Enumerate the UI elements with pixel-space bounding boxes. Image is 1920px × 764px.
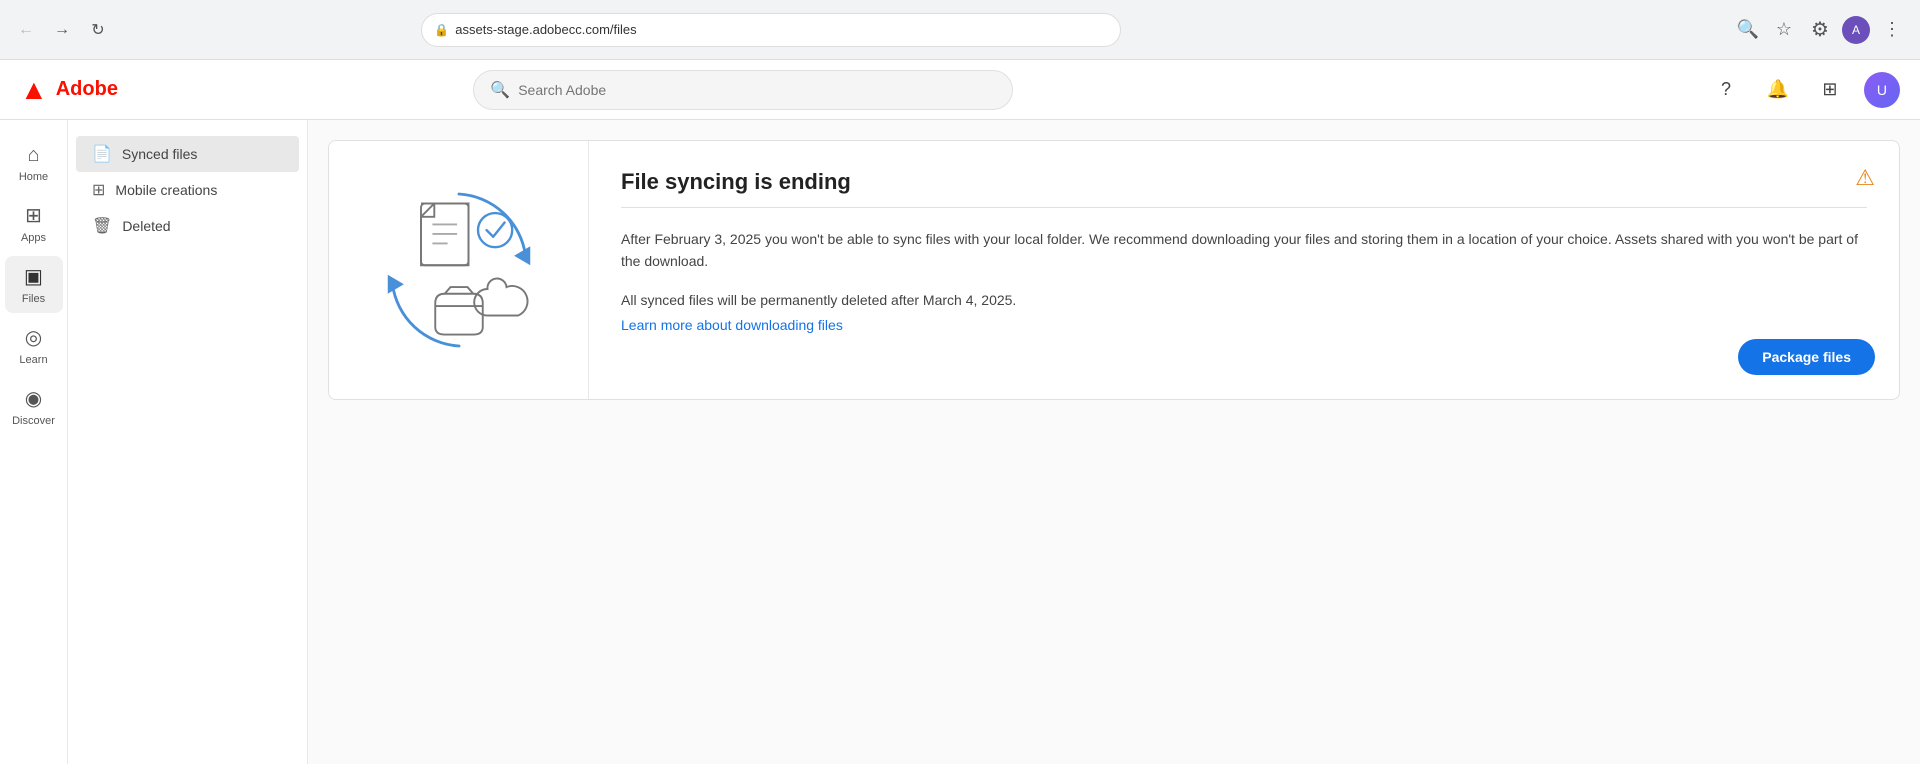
back-button[interactable]: ← — [12, 16, 40, 44]
sidebar-item-files[interactable]: ▣ Files — [5, 256, 63, 313]
files-icon: ▣ — [24, 264, 43, 289]
sidebar-item-discover[interactable]: ◉ Discover — [5, 378, 63, 435]
zoom-button[interactable]: 🔍 — [1732, 14, 1764, 46]
sidebar-item-home-label: Home — [19, 171, 48, 183]
browser-chrome: ← → ↻ 🔒 🔍 ☆ ⚙ A ⋮ — [0, 0, 1920, 60]
banner-content: ⚠ File syncing is ending After February … — [589, 141, 1899, 399]
main-content: ⚠ File syncing is ending After February … — [308, 120, 1920, 764]
sync-banner: ⚠ File syncing is ending After February … — [328, 140, 1900, 400]
banner-body1: After February 3, 2025 you won't be able… — [621, 228, 1867, 273]
user-avatar[interactable]: U — [1864, 72, 1900, 108]
adobe-logo-icon: ▲ — [20, 74, 48, 106]
synced-files-label: Synced files — [122, 146, 197, 162]
warning-icon: ⚠ — [1855, 165, 1875, 191]
bookmark-button[interactable]: ☆ — [1768, 14, 1800, 46]
banner-divider — [621, 207, 1867, 208]
sidebar-item-learn[interactable]: ◎ Learn — [5, 317, 63, 374]
search-bar[interactable]: 🔍 — [473, 70, 1013, 110]
forward-button[interactable]: → — [48, 16, 76, 44]
search-icon: 🔍 — [490, 80, 510, 100]
banner-illustration — [329, 141, 589, 399]
synced-files-icon: 📄 — [92, 144, 112, 164]
help-button[interactable]: ? — [1708, 72, 1744, 108]
reload-button[interactable]: ↻ — [84, 16, 112, 44]
notifications-button[interactable]: 🔔 — [1760, 72, 1796, 108]
learn-more-link[interactable]: Learn more about downloading files — [621, 317, 843, 333]
sidebar-item-apps-label: Apps — [21, 232, 46, 244]
browser-actions: 🔍 ☆ ⚙ A ⋮ — [1732, 14, 1908, 46]
nav-actions: ? 🔔 ⊞ U — [1708, 72, 1900, 108]
discover-icon: ◉ — [25, 386, 42, 411]
sidebar-deleted[interactable]: 🗑 Deleted — [76, 208, 299, 244]
profile-avatar: A — [1842, 16, 1870, 44]
search-input[interactable] — [518, 82, 996, 98]
sidebar-item-discover-label: Discover — [12, 415, 55, 427]
package-files-button[interactable]: Package files — [1738, 339, 1875, 375]
apps-grid-button[interactable]: ⊞ — [1812, 72, 1848, 108]
adobe-logo[interactable]: ▲ Adobe — [20, 74, 118, 106]
apps-icon: ⊞ — [25, 203, 42, 228]
url-input[interactable] — [455, 22, 1108, 37]
sidebar-item-learn-label: Learn — [19, 354, 47, 366]
sync-illustration — [364, 175, 554, 365]
file-sidebar: 📄 Synced files ⊞ Mobile creations 🗑 Dele… — [68, 120, 308, 764]
mobile-creations-label: Mobile creations — [115, 182, 217, 198]
home-icon: ⌂ — [27, 144, 39, 167]
lock-icon: 🔒 — [434, 23, 449, 37]
sidebar-synced-files[interactable]: 📄 Synced files — [76, 136, 299, 172]
icon-sidebar: ⌂ Home ⊞ Apps ▣ Files ◎ Learn ◉ Discover — [0, 120, 68, 764]
learn-icon: ◎ — [25, 325, 42, 350]
top-nav: ▲ Adobe 🔍 ? 🔔 ⊞ U — [0, 60, 1920, 120]
sidebar-item-home[interactable]: ⌂ Home — [5, 136, 63, 191]
profile-button[interactable]: A — [1840, 14, 1872, 46]
app-container: ▲ Adobe 🔍 ? 🔔 ⊞ U ⌂ Home ⊞ Apps ▣ — [0, 60, 1920, 764]
main-area: ⌂ Home ⊞ Apps ▣ Files ◎ Learn ◉ Discover — [0, 120, 1920, 764]
sidebar-mobile-creations[interactable]: ⊞ Mobile creations — [76, 172, 299, 208]
sidebar-item-apps[interactable]: ⊞ Apps — [5, 195, 63, 252]
deleted-icon: 🗑 — [92, 216, 112, 236]
address-bar[interactable]: 🔒 — [421, 13, 1121, 47]
adobe-logo-text: Adobe — [56, 78, 118, 101]
sidebar-item-files-label: Files — [22, 293, 45, 305]
banner-body2: All synced files will be permanently del… — [621, 289, 1867, 311]
extension-button[interactable]: ⚙ — [1804, 14, 1836, 46]
menu-button[interactable]: ⋮ — [1876, 14, 1908, 46]
deleted-label: Deleted — [122, 218, 170, 234]
mobile-creations-icon: ⊞ — [92, 180, 105, 200]
banner-title: File syncing is ending — [621, 169, 1867, 195]
